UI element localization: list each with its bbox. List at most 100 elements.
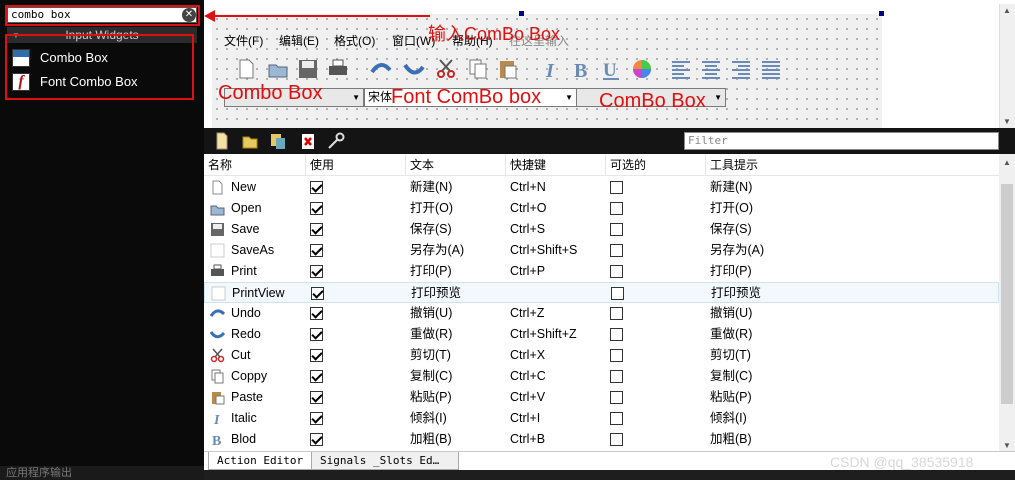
filter-input[interactable]: Filter — [684, 132, 999, 150]
application-output-tab[interactable]: 应用程序输出 — [0, 466, 204, 480]
used-checkbox[interactable] — [310, 202, 323, 215]
open-action-icon[interactable] — [240, 131, 260, 151]
form-toolbar: I B U — [234, 54, 794, 84]
table-header: 名称 使用 文本 快捷键 可选的 工具提示 — [204, 154, 999, 176]
column-header-name[interactable]: 名称 — [204, 154, 306, 176]
annotation-combo-box-2: ComBo Box — [599, 90, 706, 112]
action-name-cell: Save — [231, 222, 260, 236]
scrollbar-thumb[interactable] — [1001, 184, 1013, 404]
checkable-checkbox[interactable] — [610, 181, 623, 194]
action-shortcut-cell: Ctrl+S — [510, 222, 546, 236]
new-file-icon[interactable] — [234, 57, 258, 81]
table-row[interactable]: Redo 重做(R) Ctrl+Shift+Z 重做(R) — [204, 324, 999, 345]
checkable-checkbox[interactable] — [610, 433, 623, 446]
table-row[interactable]: PrintView 打印预览 打印预览 — [204, 282, 999, 303]
table-row[interactable]: Undo 撤销(U) Ctrl+Z 撤销(U) — [204, 303, 999, 324]
used-checkbox[interactable] — [310, 328, 323, 341]
svg-text:U: U — [603, 60, 617, 81]
open-folder-icon[interactable] — [266, 57, 290, 81]
selection-handle[interactable] — [879, 11, 884, 16]
action-text-cell: 粘贴(P) — [410, 390, 452, 404]
justify-icon[interactable] — [759, 57, 783, 81]
scroll-up-icon[interactable]: ▲ — [1003, 6, 1011, 15]
table-row[interactable]: Save 保存(S) Ctrl+S 保存(S) — [204, 219, 999, 240]
save-icon[interactable] — [296, 57, 320, 81]
used-checkbox[interactable] — [310, 181, 323, 194]
column-header-checkable[interactable]: 可选的 — [606, 154, 706, 176]
print-icon[interactable] — [326, 57, 350, 81]
checkable-checkbox[interactable] — [610, 328, 623, 341]
table-row[interactable]: I Italic 倾斜(I) Ctrl+I 倾斜(I) — [204, 408, 999, 429]
combo-value: 宋体 — [368, 90, 393, 104]
align-center-icon[interactable] — [699, 57, 723, 81]
used-checkbox[interactable] — [310, 265, 323, 278]
used-checkbox[interactable] — [310, 349, 323, 362]
undo-icon[interactable] — [369, 57, 393, 81]
used-checkbox[interactable] — [310, 412, 323, 425]
scroll-up-icon[interactable]: ▲ — [1003, 158, 1011, 167]
tab-signals-slots-editor[interactable]: Signals _Slots Ed… — [311, 452, 459, 470]
color-wheel-icon[interactable] — [630, 57, 654, 81]
selection-handle[interactable] — [519, 11, 524, 16]
checkable-checkbox[interactable] — [610, 265, 623, 278]
new-action-icon[interactable] — [212, 131, 232, 151]
configure-icon[interactable] — [326, 131, 346, 151]
column-header-shortcut[interactable]: 快捷键 — [506, 154, 606, 176]
action-shortcut-cell: Ctrl+B — [510, 432, 546, 446]
action-table-scrollbar[interactable]: ▲ ▼ — [999, 154, 1015, 454]
paste-icon[interactable] — [496, 57, 520, 81]
table-row[interactable]: Print 打印(P) Ctrl+P 打印(P) — [204, 261, 999, 282]
italic-icon[interactable]: I — [539, 57, 563, 82]
checkable-checkbox[interactable] — [610, 349, 623, 362]
used-checkbox[interactable] — [310, 223, 323, 236]
redo-icon[interactable] — [402, 57, 426, 81]
checkable-checkbox[interactable] — [610, 370, 623, 383]
checkable-checkbox[interactable] — [610, 412, 623, 425]
scroll-down-icon[interactable]: ▼ — [1003, 117, 1011, 126]
cut-icon[interactable] — [434, 57, 458, 81]
table-row[interactable]: SaveAs 另存为(A) Ctrl+Shift+S 另存为(A) — [204, 240, 999, 261]
form-vertical-scrollbar[interactable]: ▲ ▼ — [999, 4, 1015, 128]
table-row[interactable]: Paste 粘贴(P) Ctrl+V 粘贴(P) — [204, 387, 999, 408]
checkable-checkbox[interactable] — [610, 223, 623, 236]
action-tooltip-cell: 新建(N) — [710, 180, 753, 194]
used-checkbox[interactable] — [310, 370, 323, 383]
used-checkbox[interactable] — [310, 391, 323, 404]
table-row[interactable]: Cut 剪切(T) Ctrl+X 剪切(T) — [204, 345, 999, 366]
tab-action-editor[interactable]: Action Editor — [208, 452, 313, 470]
column-header-text[interactable]: 文本 — [406, 154, 506, 176]
menu-file[interactable]: 文件(F) — [224, 32, 263, 49]
delete-action-icon[interactable] — [298, 131, 318, 151]
checkable-checkbox[interactable] — [610, 202, 623, 215]
action-tooltip-cell: 倾斜(I) — [710, 411, 747, 425]
menu-edit[interactable]: 编辑(E) — [279, 32, 319, 49]
used-checkbox[interactable] — [310, 307, 323, 320]
used-checkbox[interactable] — [310, 244, 323, 257]
scroll-down-icon[interactable]: ▼ — [1003, 441, 1011, 450]
save-icon — [210, 222, 225, 237]
menu-format[interactable]: 格式(O) — [334, 32, 375, 49]
annotation-font-combo-box: Font ComBo box — [391, 86, 542, 108]
align-left-icon[interactable] — [669, 57, 693, 81]
underline-icon[interactable]: U — [599, 57, 623, 81]
table-row[interactable]: B Blod 加粗(B) Ctrl+B 加粗(B) — [204, 429, 999, 450]
checkable-checkbox[interactable] — [611, 287, 624, 300]
copy-action-icon[interactable] — [268, 131, 288, 151]
align-right-icon[interactable] — [729, 57, 753, 81]
checkable-checkbox[interactable] — [610, 391, 623, 404]
table-row[interactable]: New 新建(N) Ctrl+N 新建(N) — [204, 177, 999, 198]
used-checkbox[interactable] — [311, 287, 324, 300]
cut-icon — [210, 348, 225, 363]
action-shortcut-cell: Ctrl+I — [510, 411, 541, 425]
copy-icon[interactable] — [466, 57, 490, 81]
action-tooltip-cell: 打印(P) — [710, 264, 752, 278]
column-header-used[interactable]: 使用 — [306, 154, 406, 176]
column-header-tooltip[interactable]: 工具提示 — [706, 154, 999, 176]
checkable-checkbox[interactable] — [610, 244, 623, 257]
bold-icon[interactable]: B — [569, 57, 593, 82]
table-row[interactable]: Open 打开(O) Ctrl+O 打开(O) — [204, 198, 999, 219]
action-name-cell: Redo — [231, 327, 261, 341]
table-row[interactable]: Coppy 复制(C) Ctrl+C 复制(C) — [204, 366, 999, 387]
checkable-checkbox[interactable] — [610, 307, 623, 320]
used-checkbox[interactable] — [310, 433, 323, 446]
